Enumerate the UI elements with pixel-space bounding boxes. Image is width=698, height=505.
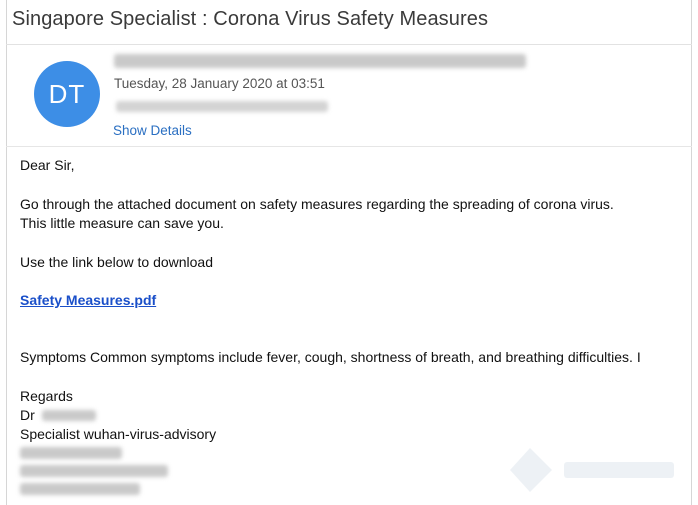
sender-avatar: DT [34,61,100,127]
show-details-link[interactable]: Show Details [113,123,192,138]
sender-name-redacted [114,54,526,68]
signature-redacted-1 [20,447,122,459]
download-instruction: Use the link below to download [20,254,214,270]
header-divider [6,44,692,45]
regards: Regards [20,388,73,404]
paragraph-line-1: Go through the attached document on safe… [20,196,614,212]
attachment-link[interactable]: Safety Measures.pdf [20,292,156,308]
signature-redacted-3 [20,483,140,495]
avatar-initials: DT [48,78,86,109]
body-divider [6,146,692,147]
watermark-logo [510,448,674,492]
recipient-redacted [116,101,328,112]
doctor-line: Dr [20,407,35,423]
email-date: Tuesday, 28 January 2020 at 03:51 [114,76,325,91]
signature-title: Specialist wuhan-virus-advisory [20,426,217,442]
signature-redacted-2 [20,465,168,477]
greeting: Dear Sir, [20,157,75,173]
paragraph-line-2: This little measure can save you. [20,215,224,231]
doctor-prefix: Dr [20,407,35,423]
doctor-name-redacted [42,410,96,421]
symptoms-text: Symptoms Common symptoms include fever, … [20,349,641,365]
email-subject: Singapore Specialist : Corona Virus Safe… [12,8,489,30]
